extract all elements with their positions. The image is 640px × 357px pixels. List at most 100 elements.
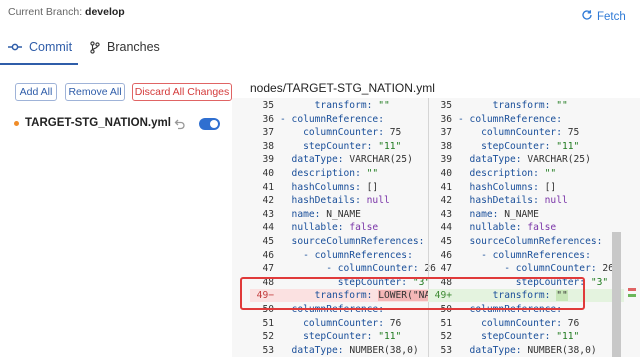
diff-viewer[interactable]: 35 transform: "" 36- columnReference: 37 c… bbox=[232, 98, 640, 357]
line-code: name: N_NAME bbox=[280, 208, 361, 220]
line-number: 36 bbox=[262, 113, 274, 125]
line-number: 35 bbox=[440, 100, 452, 111]
line-number: 49− bbox=[256, 290, 274, 302]
line-code: hashDetails: null bbox=[280, 195, 390, 207]
diff-line: 46 - columnReferences: bbox=[250, 249, 442, 262]
diff-line: 52 stepCounter: "11" bbox=[428, 330, 624, 343]
line-code: dataType: VARCHAR(25) bbox=[458, 154, 591, 166]
diff-line-deleted: 49− transform: LOWER("NAT bbox=[250, 289, 442, 303]
line-number: 43 bbox=[440, 208, 452, 220]
fetch-label: Fetch bbox=[597, 10, 626, 23]
diff-line: 51 columnCounter: 76 bbox=[250, 317, 442, 330]
diff-line: 53 dataType: NUMBER(38,0) bbox=[428, 344, 624, 357]
diff-line: 45 sourceColumnReferences: bbox=[250, 235, 442, 248]
tab-branches-label: Branches bbox=[107, 40, 160, 54]
line-code: columnCounter: 75 bbox=[280, 127, 402, 139]
line-code: dataType: NUMBER(38,0) bbox=[280, 344, 419, 356]
line-code: - columnCounter: 26 bbox=[280, 263, 436, 275]
line-code: - columnReference: bbox=[280, 304, 384, 315]
diff-line: 43 name: N_NAME bbox=[428, 208, 624, 221]
line-code: - columnReference: bbox=[280, 113, 384, 125]
line-number: 42 bbox=[262, 195, 274, 207]
diff-line: 38 stepCounter: "11" bbox=[428, 140, 624, 153]
diff-line: 48 stepCounter: "3" bbox=[428, 276, 624, 289]
line-number: 50 bbox=[440, 304, 452, 315]
line-number: 50 bbox=[262, 304, 274, 315]
line-code: columnCounter: 76 bbox=[280, 317, 402, 329]
diff-line: 36 - columnReference: bbox=[250, 113, 442, 126]
line-number: 38 bbox=[440, 140, 452, 152]
stage-toggle[interactable] bbox=[199, 118, 220, 130]
line-code: transform: LOWER("NAT bbox=[280, 290, 436, 302]
line-code: stepCounter: "11" bbox=[280, 331, 402, 343]
diff-modified-pane[interactable]: 35 transform: "" 36- columnReference: 37 c… bbox=[428, 98, 624, 357]
line-number: 51 bbox=[262, 317, 274, 329]
tab-commit[interactable]: Commit bbox=[8, 40, 72, 54]
diff-line: 51 columnCounter: 76 bbox=[428, 317, 624, 330]
diff-line: 50 - columnReference: bbox=[250, 303, 442, 316]
diff-original-pane[interactable]: 35 transform: "" 36- columnReference: 37 c… bbox=[250, 98, 442, 357]
line-code: stepCounter: "3" bbox=[280, 276, 431, 288]
line-code: transform: "" bbox=[458, 100, 568, 111]
line-number: 48 bbox=[262, 276, 274, 288]
remove-all-button[interactable]: Remove All bbox=[65, 83, 125, 101]
diff-line: 42 hashDetails: null bbox=[428, 194, 624, 207]
line-number: 46 bbox=[440, 249, 452, 261]
line-number: 43 bbox=[262, 208, 274, 220]
line-code: sourceColumnReferences: bbox=[280, 236, 425, 247]
diff-line: 50 - columnReference: bbox=[428, 303, 624, 316]
diff-line: 40 description: "" bbox=[250, 167, 442, 180]
overview-deletion-marker bbox=[628, 288, 636, 291]
diff-line: 52 stepCounter: "11" bbox=[250, 330, 442, 343]
active-tab-indicator bbox=[0, 63, 78, 65]
fetch-button[interactable]: Fetch bbox=[581, 9, 626, 24]
tab-branches[interactable]: Branches bbox=[90, 40, 160, 54]
line-code: columnCounter: 76 bbox=[458, 317, 580, 329]
line-code: hashDetails: null bbox=[458, 195, 568, 207]
refresh-icon bbox=[581, 9, 593, 24]
diff-line: 39 dataType: VARCHAR(25) bbox=[250, 153, 442, 166]
line-number: 52 bbox=[440, 331, 452, 343]
modified-status-dot bbox=[14, 121, 19, 126]
tab-bar: Commit Branches bbox=[0, 34, 640, 66]
diff-line: 35 transform: "" bbox=[428, 99, 624, 112]
line-number: 39 bbox=[262, 154, 274, 166]
line-number: 40 bbox=[262, 168, 274, 179]
line-code: hashColumns: [] bbox=[280, 181, 379, 193]
branch-icon bbox=[90, 40, 100, 54]
current-branch-label: Current Branch: bbox=[8, 6, 83, 18]
line-code: transform: "" bbox=[458, 290, 568, 302]
diff-line: 53 dataType: NUMBER(38,0) bbox=[250, 344, 442, 357]
diff-line: 40 description: "" bbox=[428, 167, 624, 180]
changed-file-name: TARGET-STG_NATION.yml bbox=[25, 117, 171, 129]
line-code: transform: "" bbox=[280, 100, 390, 111]
diff-line: 42 hashDetails: null bbox=[250, 194, 442, 207]
line-number: 47 bbox=[440, 263, 452, 275]
line-code: stepCounter: "11" bbox=[458, 140, 580, 152]
line-number: 45 bbox=[262, 236, 274, 247]
current-branch: Current Branch: develop bbox=[8, 6, 125, 18]
diff-line: 48 stepCounter: "3" bbox=[250, 276, 442, 289]
discard-all-changes-button[interactable]: Discard All Changes bbox=[132, 83, 232, 101]
tab-commit-label: Commit bbox=[29, 40, 73, 54]
line-code: - columnCounter: 26 bbox=[458, 263, 614, 275]
line-code: columnCounter: 75 bbox=[458, 127, 580, 139]
line-number: 37 bbox=[262, 127, 274, 139]
undo-icon[interactable] bbox=[172, 117, 186, 131]
line-code: nullable: false bbox=[280, 222, 379, 234]
line-number: 51 bbox=[440, 317, 452, 329]
diff-line: 44 nullable: false bbox=[428, 221, 624, 234]
line-code: nullable: false bbox=[458, 222, 557, 234]
top-bar: Current Branch: develop Fetch bbox=[0, 0, 640, 34]
line-number: 49+ bbox=[434, 290, 452, 302]
line-number: 35 bbox=[262, 100, 274, 111]
line-code: - columnReferences: bbox=[458, 249, 591, 261]
line-number: 53 bbox=[440, 344, 452, 356]
changed-file-item[interactable]: TARGET-STG_NATION.yml bbox=[0, 113, 232, 135]
diff-line: 35 transform: "" bbox=[250, 99, 442, 112]
line-number: 46 bbox=[262, 249, 274, 261]
add-all-button[interactable]: Add All bbox=[15, 83, 57, 101]
diff-scrollbar[interactable] bbox=[612, 232, 621, 357]
line-code: description: "" bbox=[458, 168, 557, 179]
line-code: - columnReference: bbox=[458, 113, 562, 125]
